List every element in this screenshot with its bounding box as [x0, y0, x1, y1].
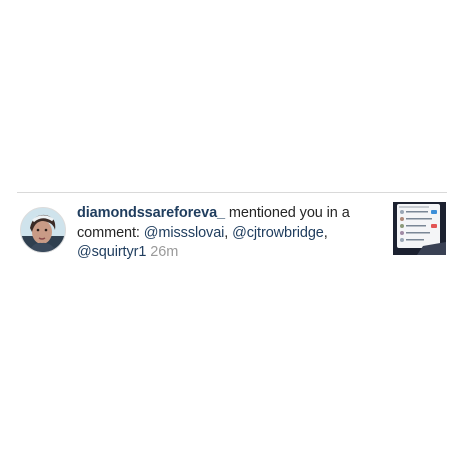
profile-photo-icon [21, 208, 65, 252]
mention-link[interactable]: @missslovai [144, 225, 225, 241]
mention-link[interactable]: @squirtyr1 [77, 244, 146, 260]
post-thumbnail-icon [393, 202, 446, 255]
notification-row[interactable]: diamondssareforeva_ mentioned you in a c… [17, 200, 447, 270]
notification-text: diamondssareforeva_ mentioned you in a c… [77, 204, 377, 263]
timestamp: 26m [150, 244, 179, 260]
mention-link[interactable]: @cjtrowbridge [232, 225, 324, 241]
activity-page: diamondssareforeva_ mentioned you in a c… [0, 0, 465, 465]
post-thumbnail[interactable] [393, 202, 446, 255]
avatar[interactable] [20, 207, 66, 253]
mention-separator: , [323, 224, 328, 241]
mention-separator: , [224, 224, 233, 241]
username-link[interactable]: diamondssareforeva_ [77, 205, 225, 221]
divider [17, 192, 447, 193]
